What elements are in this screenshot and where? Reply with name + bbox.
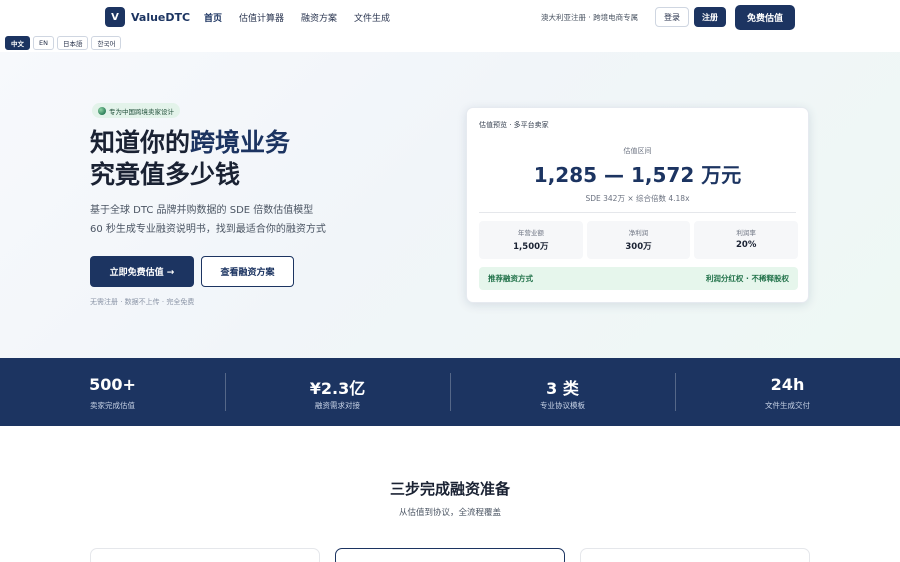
hero-subtitle-line2: 60 秒生成专业融资说明书，找到最适合你的融资方式 bbox=[90, 224, 326, 235]
metric-label: 净利润 bbox=[628, 229, 649, 237]
card-metrics: 年营业额 1,500万 净利润 300万 利润率 20% bbox=[479, 221, 799, 259]
metric-value: 300万 bbox=[625, 242, 652, 252]
stat-item: 24h 文件生成交付 bbox=[675, 358, 900, 426]
logo-mark: V bbox=[105, 7, 125, 27]
hero-note: 无需注册 · 数据不上传 · 完全免费 bbox=[90, 298, 195, 306]
top-header: V ValueDTC 首页 估值计算器 融资方案 文件生成 澳大利亚注册 · 跨… bbox=[0, 0, 900, 34]
stat-label: 文件生成交付 bbox=[765, 401, 810, 410]
stat-label: 卖家完成估值 bbox=[90, 401, 135, 410]
stat-item: ¥2.3亿 融资需求对接 bbox=[225, 358, 450, 426]
metric-margin: 利润率 20% bbox=[694, 221, 799, 259]
card-divider bbox=[479, 212, 796, 213]
logo[interactable]: V ValueDTC bbox=[105, 7, 190, 27]
recommended-value: 利润分红权 · 不稀释股权 bbox=[705, 274, 789, 283]
view-financing-button[interactable]: 查看融资方案 bbox=[201, 256, 294, 287]
nav-home[interactable]: 首页 bbox=[204, 11, 222, 24]
lang-en[interactable]: EN bbox=[33, 36, 54, 50]
stat-value: ¥2.3亿 bbox=[309, 379, 366, 398]
hero-subtitle-line1: 基于全球 DTC 品牌并购数据的 SDE 倍数估值模型 bbox=[90, 205, 314, 216]
hero-section: 专为中国跨境卖家设计 知道你的跨境业务 究竟值多少钱 基于全球 DTC 品牌并购… bbox=[0, 52, 900, 358]
metric-value: 20% bbox=[736, 240, 757, 250]
hero-title-highlight: 跨境业务 bbox=[190, 128, 291, 157]
hero-badge-text: 专为中国跨境卖家设计 bbox=[109, 107, 174, 116]
hero-title-part1: 知道你的 bbox=[90, 128, 191, 157]
stat-label: 融资需求对接 bbox=[315, 401, 360, 410]
step-card-3[interactable] bbox=[580, 548, 810, 562]
card-header: 估值预览 · 多平台卖家 bbox=[479, 121, 549, 129]
start-valuation-button[interactable]: 立即免费估值 → bbox=[90, 256, 194, 287]
register-button[interactable]: 注册 bbox=[694, 7, 726, 27]
metric-label: 年营业额 bbox=[517, 229, 544, 237]
hero-badge: 专为中国跨境卖家设计 bbox=[92, 103, 180, 118]
step-card-1[interactable] bbox=[90, 548, 320, 562]
stat-value: 3 类 bbox=[546, 379, 579, 398]
main-nav: 首页 估值计算器 融资方案 文件生成 bbox=[204, 11, 390, 24]
nav-documents[interactable]: 文件生成 bbox=[354, 11, 390, 24]
steps-subtitle: 从估值到协议，全流程覆盖 bbox=[398, 508, 501, 518]
recommended-financing: 推荐融资方式 利润分红权 · 不稀释股权 bbox=[479, 267, 798, 290]
language-selector: 中文 EN 日本語 한국어 bbox=[5, 36, 122, 50]
sde-formula: SDE 342万 × 综合倍数 4.18x bbox=[585, 194, 690, 203]
globe-icon bbox=[98, 106, 106, 115]
range-label: 估值区间 bbox=[623, 147, 652, 155]
metric-profit: 净利润 300万 bbox=[586, 221, 691, 259]
free-valuation-button[interactable]: 免费估值 bbox=[735, 5, 795, 30]
metric-value: 1,500万 bbox=[513, 242, 549, 252]
stat-value: 24h bbox=[770, 375, 805, 394]
hero-title: 知道你的跨境业务 究竟值多少钱 bbox=[90, 127, 290, 191]
login-button[interactable]: 登录 bbox=[655, 7, 689, 27]
stat-value: 500+ bbox=[89, 375, 136, 394]
stat-item: 3 类 专业协议模板 bbox=[450, 358, 675, 426]
hero-title-line2: 究竟值多少钱 bbox=[90, 160, 241, 189]
metric-label: 利润率 bbox=[736, 229, 756, 237]
nav-calculator[interactable]: 估值计算器 bbox=[239, 11, 284, 24]
recommended-label: 推荐融资方式 bbox=[488, 274, 533, 283]
nav-financing[interactable]: 融资方案 bbox=[301, 11, 337, 24]
stat-item: 500+ 卖家完成估值 bbox=[0, 358, 225, 426]
lang-zh[interactable]: 中文 bbox=[5, 36, 30, 50]
lang-ja[interactable]: 日本語 bbox=[56, 36, 89, 50]
step-card-2[interactable] bbox=[335, 548, 565, 562]
valuation-range: 1,285 — 1,572 万元 bbox=[533, 163, 742, 187]
header-note: 澳大利亚注册 · 跨境电商专属 bbox=[541, 13, 639, 22]
lang-ko[interactable]: 한국어 bbox=[91, 36, 122, 50]
valuation-preview-card: 估值预览 · 多平台卖家 估值区间 1,285 — 1,572 万元 SDE 3… bbox=[466, 107, 809, 303]
steps-title: 三步完成融资准备 bbox=[389, 480, 510, 498]
metric-revenue: 年营业额 1,500万 bbox=[479, 221, 583, 259]
stat-label: 专业协议模板 bbox=[540, 401, 585, 410]
hero-subtitle: 基于全球 DTC 品牌并购数据的 SDE 倍数估值模型 60 秒生成专业融资说明… bbox=[90, 201, 326, 239]
logo-text: ValueDTC bbox=[131, 10, 191, 24]
stats-band: 500+ 卖家完成估值 ¥2.3亿 融资需求对接 3 类 专业协议模板 24h … bbox=[0, 358, 900, 426]
